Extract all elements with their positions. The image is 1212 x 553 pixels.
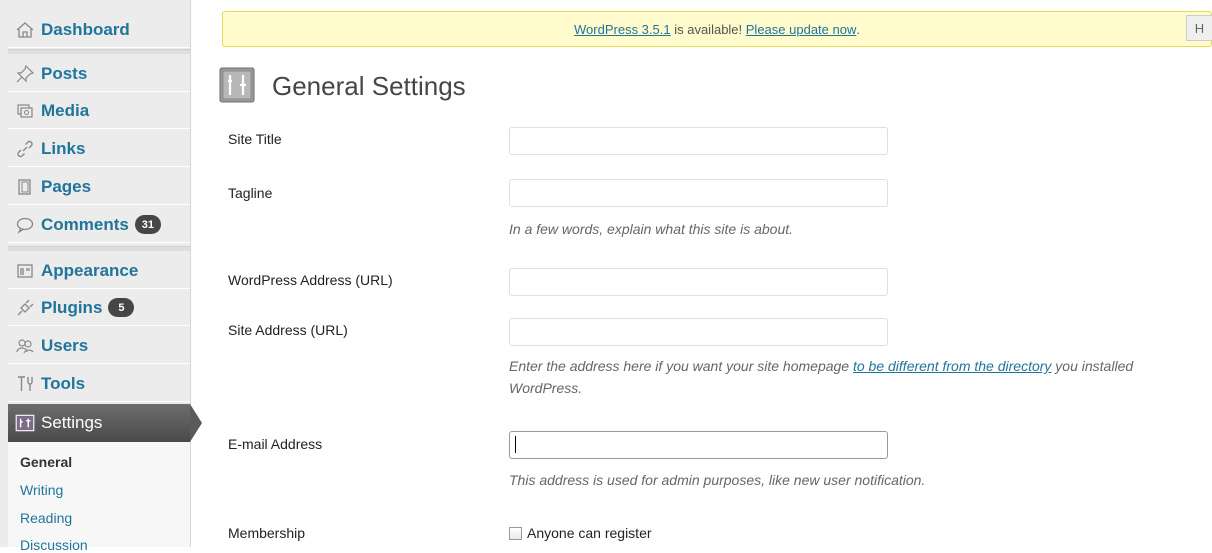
pin-icon <box>14 63 36 85</box>
menu-item-comments[interactable]: Comments 31 <box>8 207 190 243</box>
media-icon <box>14 100 36 122</box>
site-address-label: Site Address (URL) <box>228 322 348 338</box>
update-notice: WordPress 3.5.1 is available! Please upd… <box>222 11 1212 47</box>
site-address-description-text: Enter the address here if you want your … <box>509 358 853 374</box>
site-address-input[interactable] <box>509 318 888 346</box>
dashboard-icon <box>14 19 36 41</box>
update-now-link[interactable]: Please update now <box>746 22 857 37</box>
menu-item-label: Posts <box>41 63 88 83</box>
menu-item-label: Comments <box>41 214 129 234</box>
menu-item-label: Users <box>41 335 89 355</box>
menu-item-plugins[interactable]: Plugins 5 <box>8 290 190 326</box>
submenu-item-writing[interactable]: Writing <box>20 482 63 498</box>
anyone-can-register-row[interactable]: Anyone can register <box>509 525 652 541</box>
users-icon <box>14 335 36 357</box>
tagline-label: Tagline <box>228 185 273 201</box>
submenu-item-reading[interactable]: Reading <box>20 510 72 526</box>
menu-item-label: Settings <box>41 413 103 432</box>
menu-item-label: Links <box>41 138 86 158</box>
appearance-icon <box>14 260 36 282</box>
membership-label: Membership <box>228 525 306 541</box>
anyone-can-register-checkbox[interactable] <box>509 526 522 540</box>
plugin-icon <box>14 297 36 319</box>
menu-item-links[interactable]: Links <box>8 131 190 167</box>
menu-item-label: Tools <box>41 373 86 393</box>
tagline-input[interactable] <box>509 179 888 207</box>
site-title-input[interactable] <box>509 127 888 155</box>
email-input[interactable] <box>509 431 888 459</box>
wordpress-address-input[interactable] <box>509 268 888 296</box>
menu-item-pages[interactable]: Pages <box>8 169 190 205</box>
wordpress-address-label: WordPress Address (URL) <box>228 272 393 288</box>
submenu-item-general[interactable]: General <box>20 454 72 470</box>
menu-item-media[interactable]: Media <box>8 93 190 129</box>
notice-text: is available! <box>670 21 746 37</box>
menu-item-settings[interactable]: Settings <box>8 404 202 442</box>
comments-count-badge: 31 <box>134 215 161 234</box>
menu-item-posts[interactable]: Posts <box>8 56 190 92</box>
help-tab[interactable]: H <box>1186 15 1212 41</box>
page-title: General Settings <box>272 71 466 101</box>
tools-icon <box>14 373 36 395</box>
anyone-can-register-label: Anyone can register <box>527 525 652 541</box>
menu-item-appearance[interactable]: Appearance <box>8 253 190 289</box>
email-description: This address is used for admin purposes,… <box>509 472 926 488</box>
menu-item-label: Plugins <box>41 297 103 317</box>
menu-item-tools[interactable]: Tools <box>8 366 190 402</box>
menu-item-label: Appearance <box>41 260 139 280</box>
admin-sidebar: Dashboard Posts Media Links Pages Commen… <box>0 0 202 553</box>
menu-item-label: Media <box>41 100 90 120</box>
menu-item-users[interactable]: Users <box>8 328 190 364</box>
settings-page-icon <box>219 67 255 103</box>
wordpress-version-link[interactable]: WordPress 3.5.1 <box>574 22 671 37</box>
menu-item-dashboard[interactable]: Dashboard <box>8 12 190 48</box>
text-cursor <box>515 436 516 453</box>
comment-icon <box>14 214 36 236</box>
active-menu-arrow <box>190 404 202 442</box>
plugins-count-badge: 5 <box>108 298 135 317</box>
tagline-description: In a few words, explain what this site i… <box>509 221 794 237</box>
link-icon <box>14 138 36 160</box>
site-title-label: Site Title <box>228 131 282 147</box>
pages-icon <box>14 176 36 198</box>
menu-item-label: Pages <box>41 176 92 196</box>
menu-separator <box>8 49 190 54</box>
submenu-item-discussion[interactable]: Discussion <box>20 537 88 553</box>
site-address-description: Enter the address here if you want your … <box>509 355 1209 399</box>
settings-submenu: General Writing Reading Discussion <box>8 442 190 553</box>
notice-end: . <box>856 21 860 37</box>
menu-separator <box>8 246 190 251</box>
different-directory-link[interactable]: to be different from the directory <box>853 358 1051 374</box>
menu-item-label: Dashboard <box>41 19 130 39</box>
email-label: E-mail Address <box>228 436 323 452</box>
settings-icon <box>14 412 36 434</box>
